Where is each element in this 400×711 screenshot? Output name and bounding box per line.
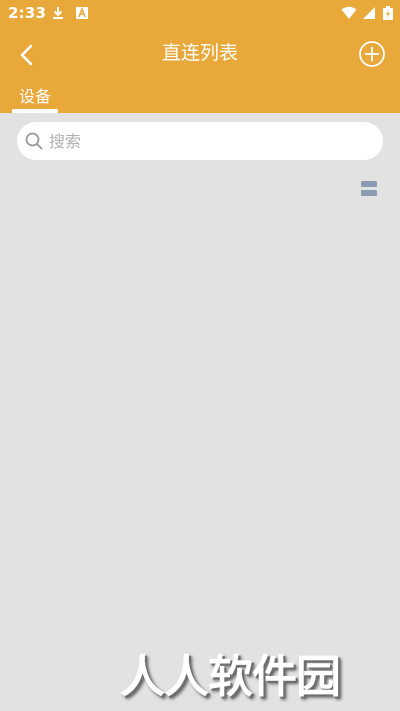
signal-icon	[363, 7, 375, 19]
search-box[interactable]	[17, 122, 383, 160]
app-bar: 直连列表 设备	[0, 27, 400, 113]
add-circle-icon[interactable]	[358, 40, 386, 68]
status-time: 2:33	[8, 4, 47, 22]
list-view-toggle-icon[interactable]	[361, 181, 377, 197]
device-list	[0, 200, 400, 711]
download-icon	[53, 7, 63, 19]
status-bar: 2:33	[0, 0, 400, 27]
notification-a-icon	[76, 6, 88, 19]
wifi-icon	[341, 6, 357, 19]
watermark: 人人软件园	[120, 650, 341, 703]
toggle-bar-bottom	[361, 190, 377, 196]
battery-charging-icon	[383, 6, 393, 20]
toggle-bar-top	[361, 181, 377, 187]
page-title: 直连列表	[161, 42, 238, 64]
tab-active-indicator	[12, 109, 58, 113]
tab-devices-label: 设备	[18, 87, 51, 106]
search-icon	[25, 132, 43, 150]
tab-devices[interactable]: 设备	[12, 85, 58, 113]
search-input[interactable]	[49, 122, 369, 160]
